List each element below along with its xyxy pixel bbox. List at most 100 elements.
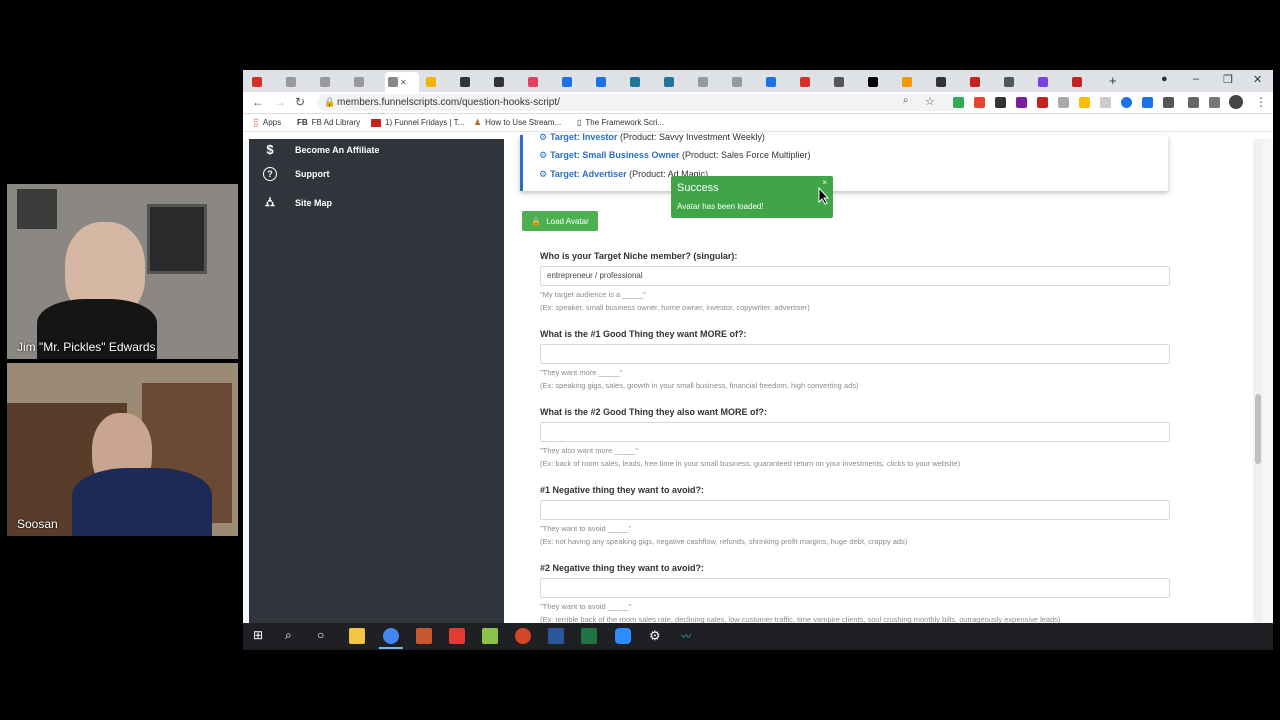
good-thing-2-input[interactable] — [540, 422, 1170, 442]
zoom-icon[interactable]: ⌕ — [903, 95, 909, 106]
browser-tab[interactable] — [1035, 74, 1067, 90]
browser-tab[interactable] — [763, 74, 795, 90]
browser-tab-active[interactable]: ✕ — [385, 72, 419, 92]
browser-tab[interactable] — [491, 74, 523, 90]
browser-tab[interactable] — [831, 74, 863, 90]
sidebar-item-affiliate[interactable]: $ Become An Affiliate — [261, 142, 379, 157]
word-icon[interactable] — [548, 628, 564, 644]
browser-tab[interactable] — [559, 74, 591, 90]
field-example: (Ex: terrible back of the room sales rat… — [540, 615, 1061, 623]
browser-tab[interactable] — [695, 74, 727, 90]
browser-tab[interactable] — [797, 74, 829, 90]
forward-icon[interactable]: → — [274, 95, 286, 109]
powerpoint-icon[interactable] — [515, 628, 531, 644]
file-explorer-icon[interactable] — [349, 628, 365, 644]
browser-tab[interactable] — [457, 74, 489, 90]
extension-icon[interactable] — [1163, 97, 1174, 108]
load-avatar-button[interactable]: 🔒 Load Avatar — [522, 211, 598, 231]
avatar-option[interactable]: ⚙ Target: Small Business Owner (Product: … — [539, 150, 811, 161]
field-example: (Ex: not having any speaking gigs, negat… — [540, 537, 908, 546]
browser-tab[interactable] — [933, 74, 965, 90]
participant-name: Jim "Mr. Pickles" Edwards — [17, 340, 156, 354]
app-icon[interactable]: 〰 — [681, 628, 697, 644]
url-text: members.funnelscripts.com/question-hooks… — [337, 97, 560, 108]
playlist-icon[interactable] — [1209, 97, 1220, 108]
browser-tab[interactable] — [899, 74, 931, 90]
toast-message: Avatar has been loaded! — [677, 202, 764, 211]
extension-icon[interactable] — [1058, 97, 1069, 108]
good-thing-1-label: What is the #1 Good Thing they want MORE… — [540, 329, 747, 339]
back-icon[interactable]: ← — [252, 95, 264, 109]
browser-tab[interactable] — [317, 74, 349, 90]
browser-tab[interactable] — [525, 74, 557, 90]
extension-icon[interactable] — [1142, 97, 1153, 108]
browser-window: ✕ + ● – ❐ ✕ ← → ↻ 🔒 members.funnelscript… — [243, 70, 1273, 623]
maximize-icon[interactable]: ❐ — [1223, 73, 1233, 86]
negative-thing-1-input[interactable] — [540, 500, 1170, 520]
bookmark-stream[interactable]: ♟ How to Use Stream... — [474, 118, 561, 127]
avatar-option[interactable]: ⚙ Target: Investor (Product: Savvy Invest… — [539, 132, 765, 143]
bookmark-star-icon[interactable]: ☆ — [925, 95, 935, 108]
negative-thing-2-input[interactable] — [540, 578, 1170, 598]
app-icon[interactable] — [449, 628, 465, 644]
minimize-icon[interactable]: – — [1193, 73, 1199, 85]
browser-tab[interactable] — [351, 74, 383, 90]
extension-icon[interactable] — [995, 97, 1006, 108]
kebab-menu-icon[interactable]: ⋮ — [1255, 95, 1267, 109]
extension-icon[interactable] — [974, 97, 985, 108]
participant-name: Soosan — [17, 517, 58, 531]
new-tab-icon[interactable]: + — [1109, 73, 1117, 88]
field-hint: "My target audience is a _____" — [540, 290, 646, 299]
chrome-icon[interactable] — [383, 628, 399, 644]
browser-tab[interactable] — [1001, 74, 1033, 90]
good-thing-1-input[interactable] — [540, 344, 1170, 364]
extension-icon[interactable] — [953, 97, 964, 108]
browser-tab[interactable] — [865, 74, 897, 90]
extension-icon[interactable] — [1100, 97, 1111, 108]
close-icon[interactable]: ✕ — [400, 78, 407, 87]
page-body: $ Become An Affiliate ? Support ⛼ Site M… — [243, 132, 1273, 623]
close-window-icon[interactable]: ✕ — [1253, 73, 1262, 86]
page-scrollbar[interactable] — [1253, 139, 1263, 623]
profile-icon[interactable]: ● — [1161, 73, 1168, 85]
avatar[interactable] — [1229, 95, 1243, 109]
excel-icon[interactable] — [581, 628, 597, 644]
reload-icon[interactable]: ↻ — [295, 95, 305, 109]
sidebar-item-support[interactable]: ? Support — [261, 167, 330, 181]
address-bar: ← → ↻ 🔒 members.funnelscripts.com/questi… — [243, 92, 1273, 114]
extension-icon[interactable] — [1016, 97, 1027, 108]
zoom-app-icon[interactable] — [615, 628, 631, 644]
search-icon[interactable]: ⌕ — [285, 628, 301, 644]
extension-icon[interactable] — [1121, 97, 1132, 108]
puzzle-icon[interactable] — [1188, 97, 1199, 108]
extension-icon[interactable] — [1079, 97, 1090, 108]
extension-icon[interactable] — [1037, 97, 1048, 108]
browser-tab[interactable] — [661, 74, 693, 90]
bookmark-funnel-fridays[interactable]: 1) Funnel Fridays | T... — [371, 118, 464, 127]
toast-close-button[interactable]: × — [822, 178, 827, 187]
field-hint: "They want to avoid _____" — [540, 602, 632, 611]
bookmarks-bar: ⣿ Apps FB FB Ad Library 1) Funnel Fridays … — [243, 114, 1273, 132]
app-icon[interactable] — [482, 628, 498, 644]
settings-icon[interactable]: ⚙ — [649, 628, 665, 644]
bookmark-framework[interactable]: ▯ The Framework Scri... — [577, 118, 664, 127]
bookmark-apps[interactable]: ⣿ Apps — [253, 118, 281, 127]
windows-start-icon[interactable]: ⊞ — [253, 628, 269, 644]
browser-tab[interactable] — [1069, 74, 1101, 90]
scrollbar-thumb[interactable] — [1255, 394, 1261, 464]
browser-tab[interactable] — [283, 74, 315, 90]
sidebar-item-site-map[interactable]: ⛼ Site Map — [261, 194, 332, 212]
lock-icon: 🔒 — [324, 97, 336, 107]
bookmark-fb-ad-library[interactable]: FB FB Ad Library — [297, 118, 360, 127]
browser-tab[interactable] — [627, 74, 659, 90]
browser-tab[interactable] — [593, 74, 625, 90]
url-field[interactable]: 🔒 members.funnelscripts.com/question-hoo… — [317, 94, 967, 111]
app-icon[interactable] — [416, 628, 432, 644]
doc-icon: ▯ — [577, 118, 582, 127]
browser-tab[interactable] — [249, 74, 281, 90]
browser-tab[interactable] — [729, 74, 761, 90]
browser-tab[interactable] — [423, 74, 455, 90]
browser-tab[interactable] — [967, 74, 999, 90]
niche-member-input[interactable]: entrepreneur / professional — [540, 266, 1170, 286]
cortana-icon[interactable]: ○ — [317, 628, 333, 644]
